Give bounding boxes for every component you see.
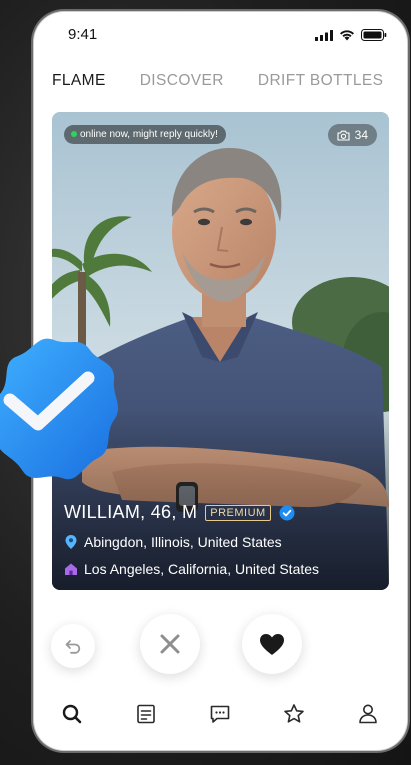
list-icon[interactable] — [134, 702, 158, 726]
dislike-button[interactable] — [140, 614, 200, 674]
signal-icon — [315, 29, 333, 41]
status-bar: 9:41 — [34, 12, 407, 56]
verified-badge-icon — [0, 338, 118, 480]
like-button[interactable] — [242, 614, 302, 674]
search-icon[interactable] — [60, 702, 84, 726]
photo-count-badge[interactable]: 34 — [327, 124, 377, 146]
undo-icon — [65, 640, 81, 654]
online-status-pill: online now, might reply quickly! — [64, 125, 226, 144]
bottom-nav — [34, 702, 407, 742]
undo-button[interactable] — [51, 624, 95, 668]
tab-flame[interactable]: FLAME — [52, 72, 106, 90]
status-time: 9:41 — [68, 26, 98, 43]
top-tabs: FLAME DISCOVER DRIFT BOTTLES — [52, 72, 383, 90]
battery-icon — [361, 29, 387, 41]
hometown-text: Los Angeles, California, United States — [84, 561, 320, 577]
tab-drift-bottles[interactable]: DRIFT BOTTLES — [258, 72, 383, 90]
home-icon — [65, 563, 77, 575]
tab-discover[interactable]: DISCOVER — [140, 72, 224, 90]
location-pin-icon — [65, 535, 77, 549]
verified-icon — [279, 505, 295, 520]
premium-badge: PREMIUM — [205, 504, 271, 521]
chat-icon[interactable] — [208, 702, 232, 726]
hometown-row: Los Angeles, California, United States — [64, 561, 319, 577]
close-icon — [160, 634, 180, 654]
profile-info: WILLIAM, 46, M PREMIUM Abingdon, Illinoi… — [64, 502, 319, 577]
online-dot — [71, 131, 77, 137]
location-row: Abingdon, Illinois, United States — [64, 534, 319, 550]
wifi-icon — [340, 30, 354, 41]
camera-icon — [337, 130, 350, 141]
heart-icon — [260, 633, 284, 655]
profile-icon[interactable] — [356, 702, 380, 726]
online-status-text: online now, might reply quickly! — [80, 129, 218, 140]
photo-count: 34 — [354, 128, 368, 142]
name-row: WILLIAM, 46, M PREMIUM — [64, 502, 319, 523]
location-text: Abingdon, Illinois, United States — [84, 534, 282, 550]
profile-name: WILLIAM, 46, M — [64, 502, 198, 522]
status-icons — [315, 29, 387, 41]
star-icon[interactable] — [282, 702, 306, 726]
